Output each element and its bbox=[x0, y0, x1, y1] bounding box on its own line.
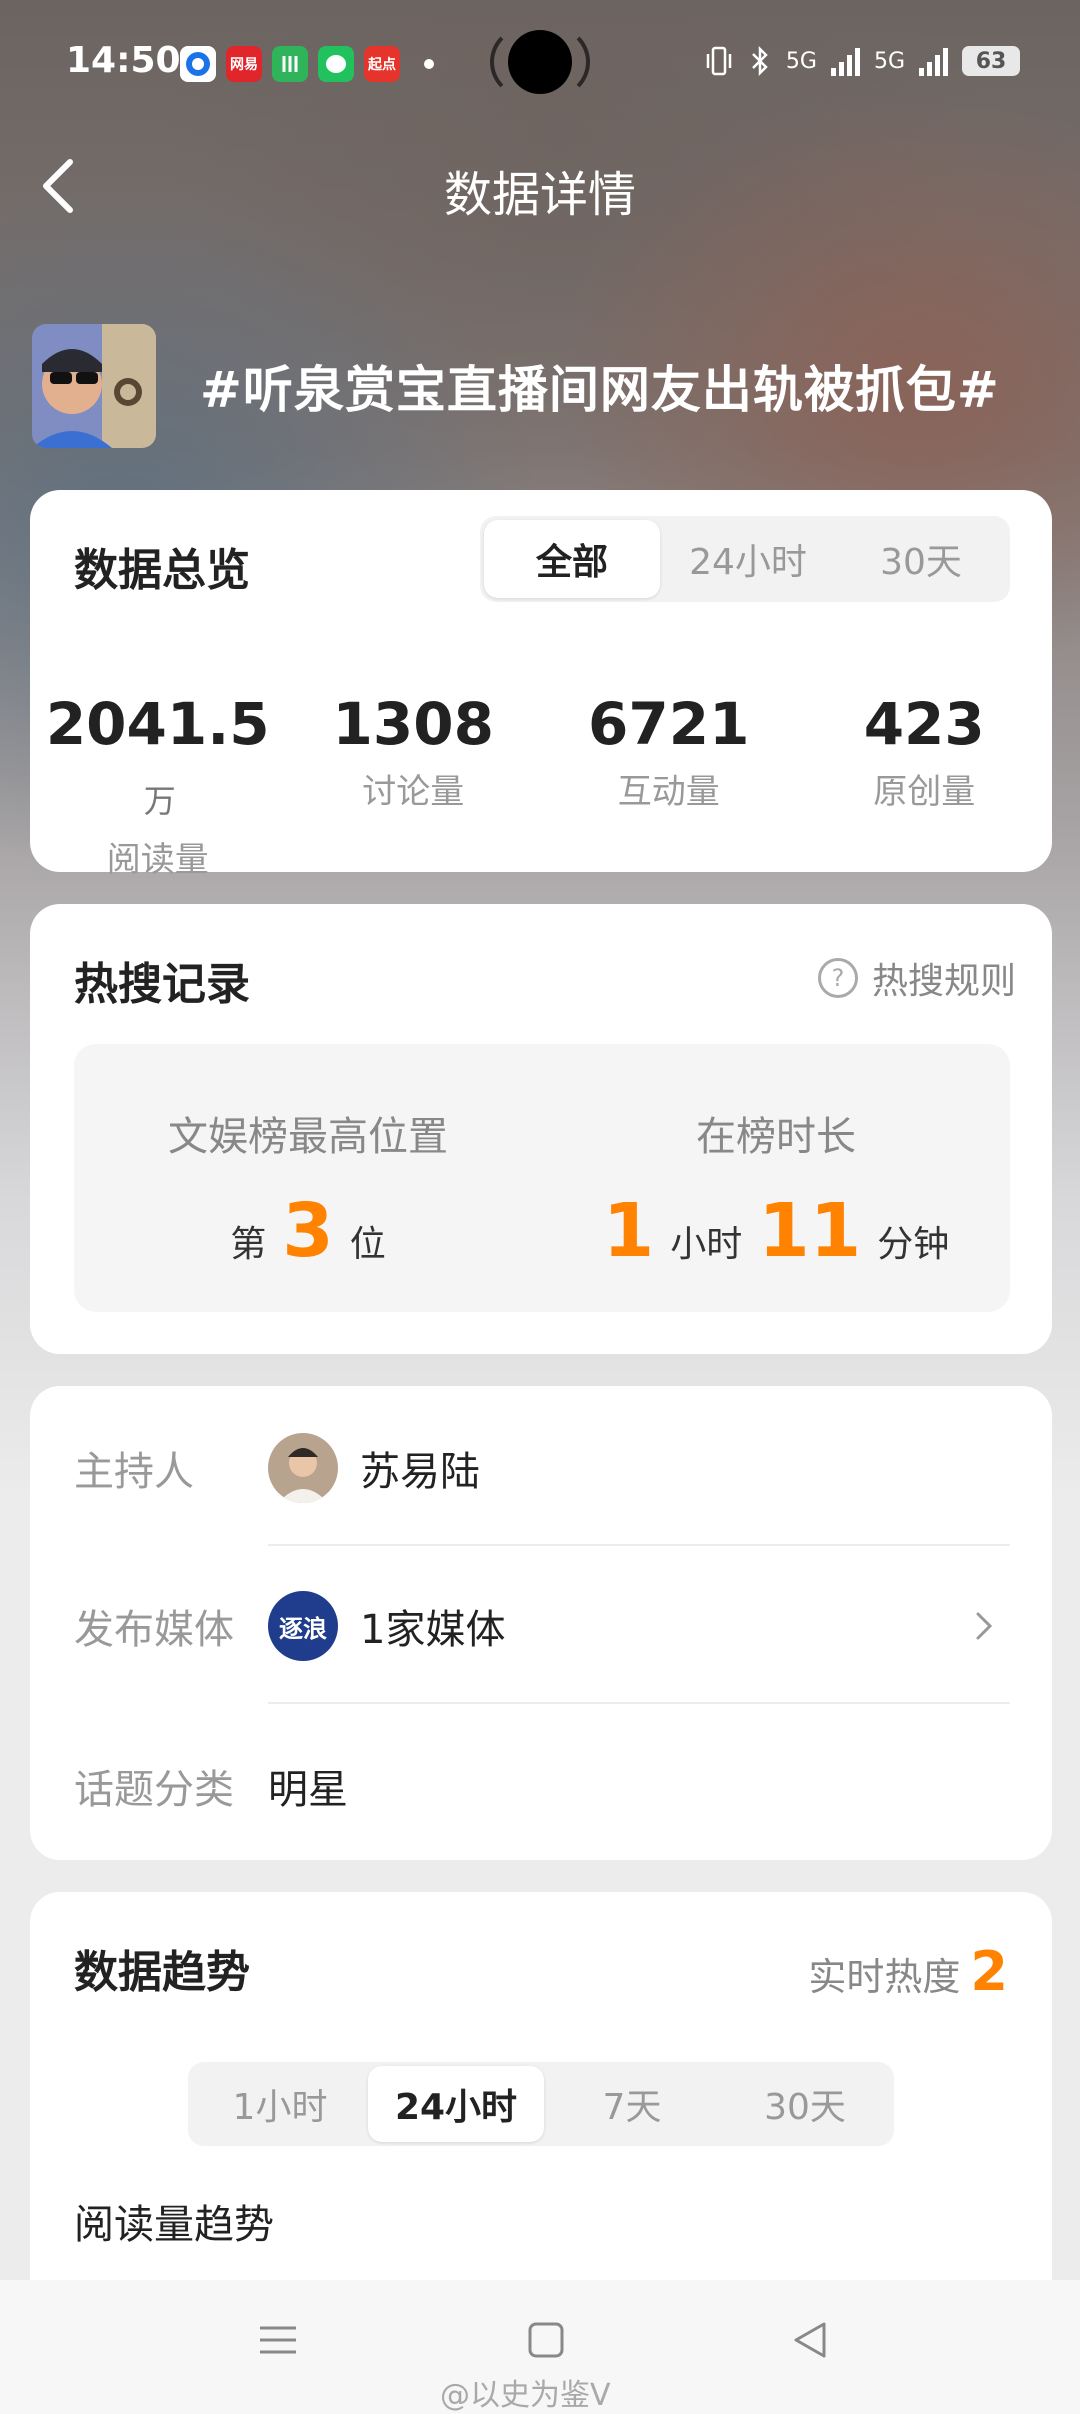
divider bbox=[268, 1702, 1010, 1704]
stat-originals-value: 423 bbox=[863, 690, 985, 758]
bluetooth-icon bbox=[752, 45, 768, 77]
trend-card: 数据趋势 实时热度 2 1小时 24小时 7天 30天 阅读量趋势 bbox=[30, 1892, 1052, 2332]
trend-range-tabs: 1小时 24小时 7天 30天 bbox=[188, 2062, 894, 2146]
hot-search-rules-link[interactable]: ? 热搜规则 bbox=[817, 952, 1016, 1004]
tab-all[interactable]: 全部 bbox=[484, 520, 660, 598]
media-label: 发布媒体 bbox=[74, 1607, 234, 1653]
read-trend-label: 阅读量趋势 bbox=[74, 2202, 274, 2248]
tab-30d[interactable]: 30天 bbox=[836, 520, 1006, 598]
topic-thumbnail bbox=[32, 324, 156, 448]
notification-app-icons: 网易 起点 bbox=[180, 46, 434, 82]
media-count: 1家媒体 bbox=[360, 1607, 506, 1653]
status-time: 14:50 bbox=[66, 40, 181, 81]
topic-title: #听泉赏宝直播间网友出轨被抓包# bbox=[200, 361, 1000, 419]
stat-originals: 423 原创量 bbox=[797, 690, 1053, 881]
stat-reads: 2041.5 万 阅读量 bbox=[30, 690, 286, 881]
hot-search-rules-label: 热搜规则 bbox=[871, 961, 1016, 1002]
time-on-list: 在榜时长 1 小时 11 分钟 bbox=[542, 1044, 1010, 1312]
topic-header: #听泉赏宝直播间网友出轨被抓包# bbox=[32, 324, 1000, 448]
chevron-right-icon bbox=[976, 1612, 993, 1640]
status-indicators: 5G 5G 63 bbox=[704, 44, 1020, 78]
stat-discussions-label: 讨论量 bbox=[362, 772, 465, 812]
host-row[interactable]: 主持人 苏易陆 bbox=[74, 1428, 1040, 1508]
hot-search-stats: 文娱榜最高位置 第 3 位 在榜时长 1 小时 11 分钟 bbox=[74, 1044, 1010, 1312]
home-icon[interactable] bbox=[526, 2320, 566, 2360]
question-icon: ? bbox=[817, 958, 858, 998]
overview-card: 数据总览 全部 24小时 30天 2041.5 万 阅读量 1308 讨论量 67… bbox=[30, 490, 1052, 880]
stat-discussions: 1308 讨论量 bbox=[286, 690, 542, 881]
hot-search-card: 热搜记录 ? 热搜规则 文娱榜最高位置 第 3 位 在榜时长 1 小时 11 分… bbox=[30, 904, 1052, 1354]
best-position-prefix: 第 bbox=[230, 1224, 267, 1265]
host-label: 主持人 bbox=[74, 1449, 194, 1495]
category-row: 话题分类 明星 bbox=[74, 1746, 1040, 1826]
meituan-icon bbox=[272, 46, 308, 82]
divider bbox=[268, 1544, 1010, 1546]
best-position-label: 文娱榜最高位置 bbox=[168, 1114, 448, 1160]
signal-icon-2 bbox=[919, 46, 948, 76]
overview-stats: 2041.5 万 阅读量 1308 讨论量 6721 互动量 423 原创量 bbox=[30, 690, 1052, 881]
category-value: 明星 bbox=[268, 1767, 348, 1813]
best-position: 文娱榜最高位置 第 3 位 bbox=[74, 1044, 542, 1312]
page-title: 数据详情 bbox=[443, 167, 636, 223]
tab-7d[interactable]: 7天 bbox=[544, 2066, 720, 2142]
tab-24h[interactable]: 24小时 bbox=[368, 2066, 544, 2142]
qidian-icon: 起点 bbox=[364, 46, 400, 82]
category-label: 话题分类 bbox=[74, 1767, 234, 1813]
minutes-unit: 分钟 bbox=[877, 1224, 950, 1265]
front-camera bbox=[508, 30, 572, 94]
stat-reads-unit: 万 bbox=[143, 782, 176, 820]
best-position-value: 3 bbox=[282, 1188, 334, 1274]
back-triangle-icon[interactable] bbox=[790, 2320, 830, 2360]
tab-24h[interactable]: 24小时 bbox=[660, 520, 836, 598]
network-type-1: 5G bbox=[785, 48, 817, 74]
realtime-heat: 实时热度 2 bbox=[808, 1940, 1008, 2003]
tab-30d[interactable]: 30天 bbox=[720, 2066, 890, 2142]
battery-indicator: 63 bbox=[962, 46, 1020, 76]
stat-reads-value: 2041.5 bbox=[45, 690, 270, 758]
trend-title: 数据趋势 bbox=[74, 1947, 250, 1998]
stat-interactions: 6721 互动量 bbox=[541, 690, 797, 881]
duration-hours: 1 bbox=[602, 1188, 655, 1274]
hours-unit: 小时 bbox=[670, 1224, 743, 1265]
vibrate-icon bbox=[706, 46, 732, 76]
stat-reads-label: 阅读量 bbox=[106, 840, 209, 880]
weibo-app-icon bbox=[180, 46, 216, 82]
menu-icon[interactable] bbox=[258, 2320, 298, 2360]
watermark: @以史为鉴V bbox=[440, 2378, 611, 2413]
stat-interactions-value: 6721 bbox=[588, 690, 750, 758]
wechat-icon bbox=[318, 46, 354, 82]
media-logo: 逐浪 bbox=[268, 1591, 338, 1661]
realtime-heat-label: 实时热度 bbox=[808, 1955, 961, 1999]
tab-1h[interactable]: 1小时 bbox=[192, 2066, 368, 2142]
network-type-2: 5G bbox=[873, 48, 905, 74]
stat-interactions-label: 互动量 bbox=[617, 772, 720, 812]
more-notifications-dot bbox=[424, 59, 434, 69]
stat-discussions-value: 1308 bbox=[332, 690, 494, 758]
overview-range-tabs: 全部 24小时 30天 bbox=[480, 516, 1010, 602]
host-avatar bbox=[268, 1433, 338, 1503]
duration-minutes: 11 bbox=[758, 1188, 862, 1274]
signal-icon-1 bbox=[830, 46, 860, 76]
media-row[interactable]: 发布媒体 逐浪 1家媒体 bbox=[74, 1586, 1040, 1666]
time-on-list-label: 在榜时长 bbox=[696, 1114, 856, 1160]
stat-originals-label: 原创量 bbox=[873, 772, 976, 812]
netease-news-icon: 网易 bbox=[226, 46, 262, 82]
overview-title: 数据总览 bbox=[74, 545, 250, 596]
realtime-heat-value: 2 bbox=[970, 1940, 1008, 2003]
topic-info-card: 主持人 苏易陆 发布媒体 逐浪 1家媒体 话题分类 明星 bbox=[30, 1386, 1052, 1860]
best-position-suffix: 位 bbox=[349, 1224, 386, 1265]
status-bar: 14:50 网易 起点 5G 5G 63 bbox=[0, 0, 1080, 130]
host-name: 苏易陆 bbox=[360, 1449, 480, 1495]
hot-search-title: 热搜记录 bbox=[74, 959, 250, 1010]
